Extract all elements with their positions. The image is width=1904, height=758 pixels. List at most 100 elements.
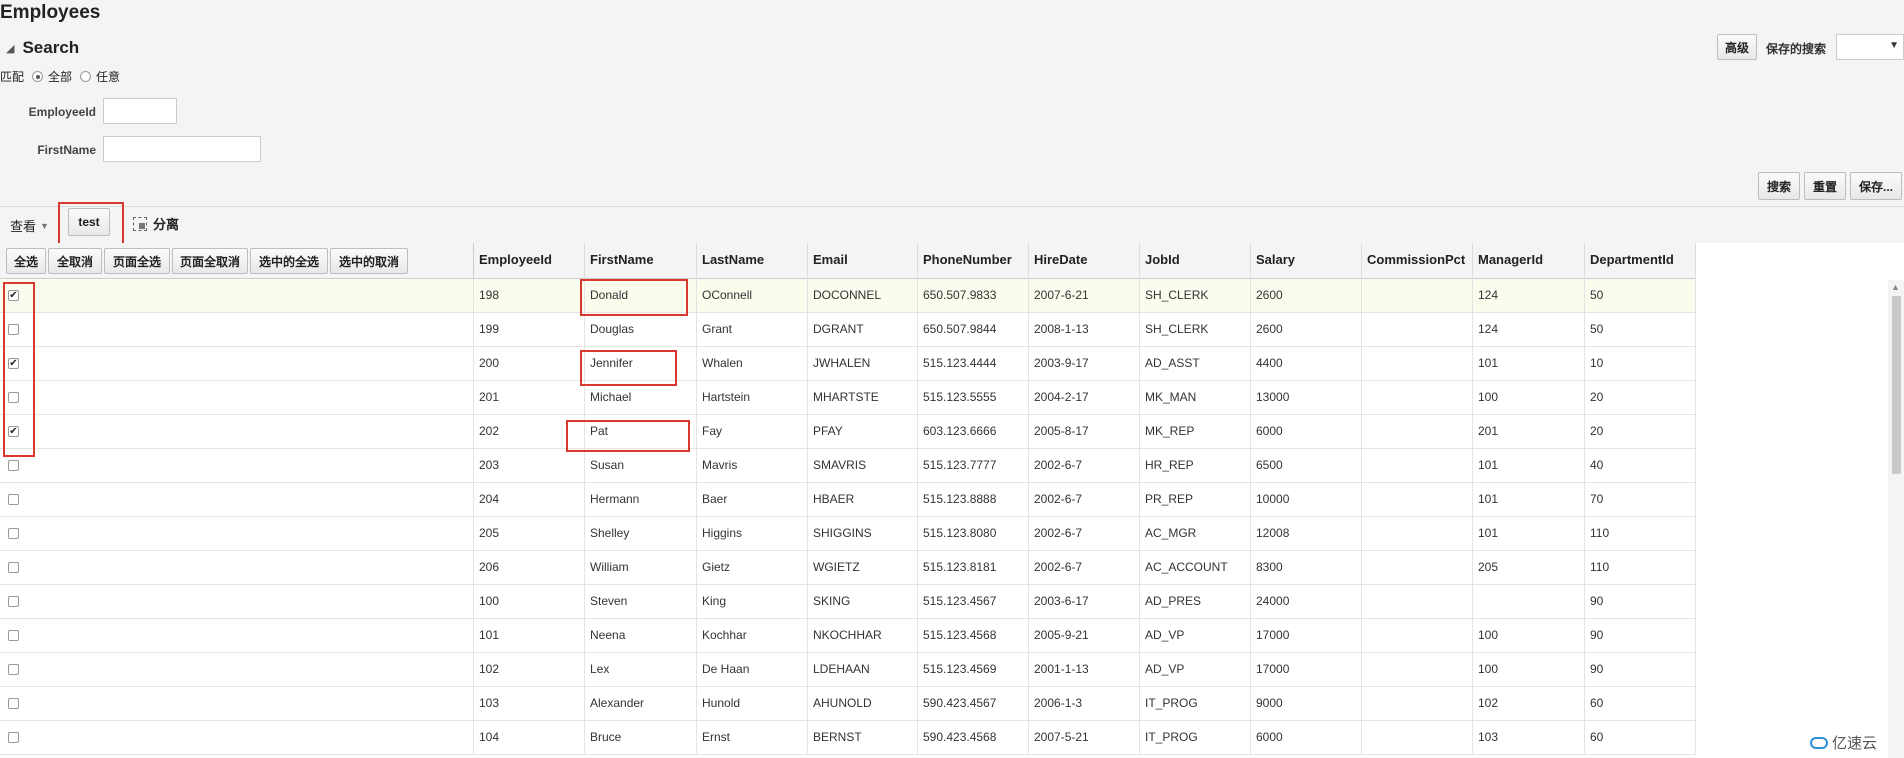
cell-employeeid: 201 [474,381,585,414]
row-checkbox[interactable]: ✔ [8,358,19,369]
match-all-radio[interactable] [32,71,44,82]
cell-hiredate: 2002-6-7 [1029,517,1140,550]
search-button[interactable]: 搜索 [1758,172,1800,200]
table-row[interactable]: 101 Neena Kochhar NKOCHHAR 515.123.4568 2005-… [0,619,1696,653]
cell-departmentid: 60 [1585,721,1696,754]
column-header-employeeid[interactable]: EmployeeId [474,243,585,279]
row-checkbox[interactable] [8,460,19,471]
cell-managerid: 100 [1473,653,1585,686]
divider [0,206,1904,207]
row-checkbox[interactable] [8,324,19,335]
cell-email: JWHALEN [808,347,918,380]
cell-commissionpct [1362,721,1473,754]
match-any-radio[interactable] [80,71,92,82]
cell-hiredate: 2005-9-21 [1029,619,1140,652]
column-header-lastname[interactable]: LastName [697,243,808,279]
search-section-toggle[interactable]: ◢ Search [6,38,79,58]
table-row[interactable]: 203 Susan Mavris SMAVRIS 515.123.7777 2002-6-… [0,449,1696,483]
row-checkbox[interactable] [8,494,19,505]
table-row[interactable]: 100 Steven King SKING 515.123.4567 2003-6-17 A… [0,585,1696,619]
column-header-departmentid[interactable]: DepartmentId [1585,243,1696,279]
table-row[interactable]: 199 Douglas Grant DGRANT 650.507.9844 2008-1-… [0,313,1696,347]
reset-button[interactable]: 重置 [1804,172,1846,200]
row-checkbox[interactable] [8,562,19,573]
firstname-input[interactable] [103,136,261,162]
cell-salary: 2600 [1251,313,1362,346]
table-row[interactable]: 205 Shelley Higgins SHIGGINS 515.123.8080 200… [0,517,1696,551]
select-selected-button[interactable]: 选中的全选 [250,248,328,274]
cell-salary: 17000 [1251,619,1362,652]
column-header-firstname[interactable]: FirstName [585,243,697,279]
row-checkbox[interactable] [8,528,19,539]
column-header-salary[interactable]: Salary [1251,243,1362,279]
dropdown-arrow-icon: ▼ [1889,40,1899,51]
cell-departmentid: 20 [1585,415,1696,448]
deselect-all-button[interactable]: 全取消 [48,248,102,274]
cell-phonenumber: 650.507.9833 [918,279,1029,312]
deselect-selected-button[interactable]: 选中的取消 [330,248,408,274]
table-row[interactable]: 204 Hermann Baer HBAER 515.123.8888 2002-6-7 P… [0,483,1696,517]
cell-departmentid: 20 [1585,381,1696,414]
row-checkbox[interactable] [8,732,19,743]
table-row[interactable]: 102 Lex De Haan LDEHAAN 515.123.4569 2001-1-1… [0,653,1696,687]
column-header-phonenumber[interactable]: PhoneNumber [918,243,1029,279]
table-row[interactable]: ✔ 200 Jennifer Whalen JWHALEN 515.123.4444 200… [0,347,1696,381]
select-all-button[interactable]: 全选 [6,248,46,274]
cell-hiredate: 2008-1-13 [1029,313,1140,346]
employeeid-input[interactable] [103,98,177,124]
cell-salary: 9000 [1251,687,1362,720]
cell-hiredate: 2007-6-21 [1029,279,1140,312]
cell-email: NKOCHHAR [808,619,918,652]
saved-search-select[interactable]: ▼ [1836,34,1904,60]
row-select-cell [0,619,474,652]
vertical-scrollbar[interactable]: ▲ [1888,280,1904,758]
row-checkbox[interactable] [8,392,19,403]
cell-email: SMAVRIS [808,449,918,482]
table-row[interactable]: ✔ 198 Donald OConnell DOCONNEL 650.507.9833 20… [0,279,1696,313]
cell-managerid: 201 [1473,415,1585,448]
watermark-text: 亿速云 [1832,735,1878,752]
cell-email: BERNST [808,721,918,754]
table-row[interactable]: 201 Michael Hartstein MHARTSTE 515.123.5555 2… [0,381,1696,415]
column-header-jobid[interactable]: JobId [1140,243,1251,279]
column-header-commissionpct[interactable]: CommissionPct [1362,243,1473,279]
cell-phonenumber: 590.423.4567 [918,687,1029,720]
scrollbar-thumb[interactable] [1892,296,1901,474]
row-checkbox[interactable]: ✔ [8,426,19,437]
detach-icon [133,216,147,231]
cell-lastname: Baer [697,483,808,516]
table-row[interactable]: 206 William Gietz WGIETZ 515.123.8181 2002-6-… [0,551,1696,585]
cell-managerid: 100 [1473,619,1585,652]
saved-search-label: 保存的搜索 [1766,42,1827,56]
row-select-cell [0,449,474,482]
detach-button[interactable]: 分离 [133,214,179,233]
cell-employeeid: 100 [474,585,585,618]
row-checkbox[interactable] [8,698,19,709]
row-checkbox[interactable]: ✔ [8,290,19,301]
cell-salary: 2600 [1251,279,1362,312]
employeeid-label: EmployeeId [28,105,96,119]
deselect-page-button[interactable]: 页面全取消 [172,248,248,274]
row-checkbox[interactable] [8,596,19,607]
save-search-button[interactable]: 保存... [1850,172,1902,200]
cell-departmentid: 40 [1585,449,1696,482]
cell-salary: 24000 [1251,585,1362,618]
scroll-up-icon: ▲ [1891,282,1900,292]
cell-lastname: Mavris [697,449,808,482]
view-menu[interactable]: 查看 ▼ [10,216,49,235]
column-header-managerid[interactable]: ManagerId [1473,243,1585,279]
select-page-button[interactable]: 页面全选 [104,248,170,274]
search-title: Search [22,38,80,57]
table-row[interactable]: ✔ 202 Pat Fay PFAY 603.123.6666 2005-8-17 MK_RE… [0,415,1696,449]
cell-phonenumber: 515.123.4567 [918,585,1029,618]
column-header-email[interactable]: Email [808,243,918,279]
cell-lastname: Whalen [697,347,808,380]
cell-employeeid: 198 [474,279,585,312]
advanced-button[interactable]: 高级 [1717,34,1757,60]
row-checkbox[interactable] [8,630,19,641]
table-row[interactable]: 103 Alexander Hunold AHUNOLD 590.423.4567 200… [0,687,1696,721]
row-checkbox[interactable] [8,664,19,675]
test-button[interactable]: test [68,208,110,236]
column-header-hiredate[interactable]: HireDate [1029,243,1140,279]
table-row[interactable]: 104 Bruce Ernst BERNST 590.423.4568 2007-5-21… [0,721,1696,755]
